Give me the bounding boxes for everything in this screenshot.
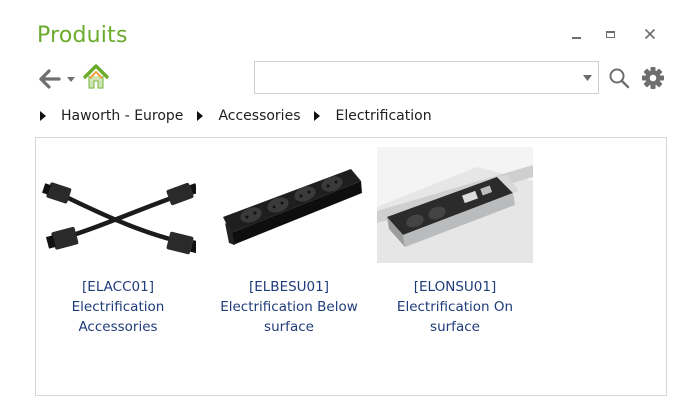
product-name[interactable]: Electrification Below surface <box>208 297 370 337</box>
product-code[interactable]: [ELONSU01] <box>374 277 536 297</box>
product-name-line[interactable]: Electrification Below <box>208 297 370 317</box>
product-image-socket-strip-black[interactable] <box>211 147 367 263</box>
arrow-left-icon[interactable] <box>37 66 63 92</box>
maximize-icon[interactable] <box>596 20 624 48</box>
breadcrumb-separator-icon[interactable] <box>197 111 204 121</box>
home-icon[interactable] <box>82 63 110 91</box>
product-code[interactable]: [ELACC01] <box>37 277 199 297</box>
product-name[interactable]: Electrification On surface <box>374 297 536 337</box>
breadcrumb: Haworth - Europe Accessories Electrifica… <box>35 103 675 129</box>
close-icon[interactable] <box>636 20 664 48</box>
search-input[interactable] <box>259 66 573 90</box>
product-name-line[interactable]: Electrification On <box>374 297 536 317</box>
minimize-icon[interactable] <box>562 20 590 48</box>
product-name[interactable]: Electrification Accessories <box>37 297 199 337</box>
product-code[interactable]: [ELBESU01] <box>208 277 370 297</box>
chevron-down-icon[interactable] <box>66 74 76 84</box>
product-image-desk-socket-unit[interactable] <box>377 147 533 263</box>
search-icon[interactable] <box>607 66 631 90</box>
product-name-line[interactable]: Electrification <box>37 297 199 317</box>
breadcrumb-item-accessories[interactable]: Accessories <box>218 108 300 124</box>
breadcrumb-item-electrification[interactable]: Electrification <box>335 108 431 124</box>
breadcrumb-separator-icon[interactable] <box>40 111 46 121</box>
product-grid: [ELACC01] Electrification Accessories [E… <box>35 137 667 396</box>
product-name-line[interactable]: surface <box>374 317 536 337</box>
search-combobox[interactable] <box>254 61 599 94</box>
product-name-line[interactable]: surface <box>208 317 370 337</box>
product-image-connector-cables[interactable] <box>40 147 196 263</box>
product-name-line[interactable]: Accessories <box>37 317 199 337</box>
chevron-down-icon[interactable] <box>583 75 592 81</box>
breadcrumb-separator-icon[interactable] <box>314 111 321 121</box>
gear-icon[interactable] <box>640 65 666 91</box>
breadcrumb-item-haworth-europe[interactable]: Haworth - Europe <box>61 108 183 124</box>
products-window: Produits Haworth - Europe Accessories El… <box>0 0 684 410</box>
window-title: Produits <box>37 23 128 48</box>
